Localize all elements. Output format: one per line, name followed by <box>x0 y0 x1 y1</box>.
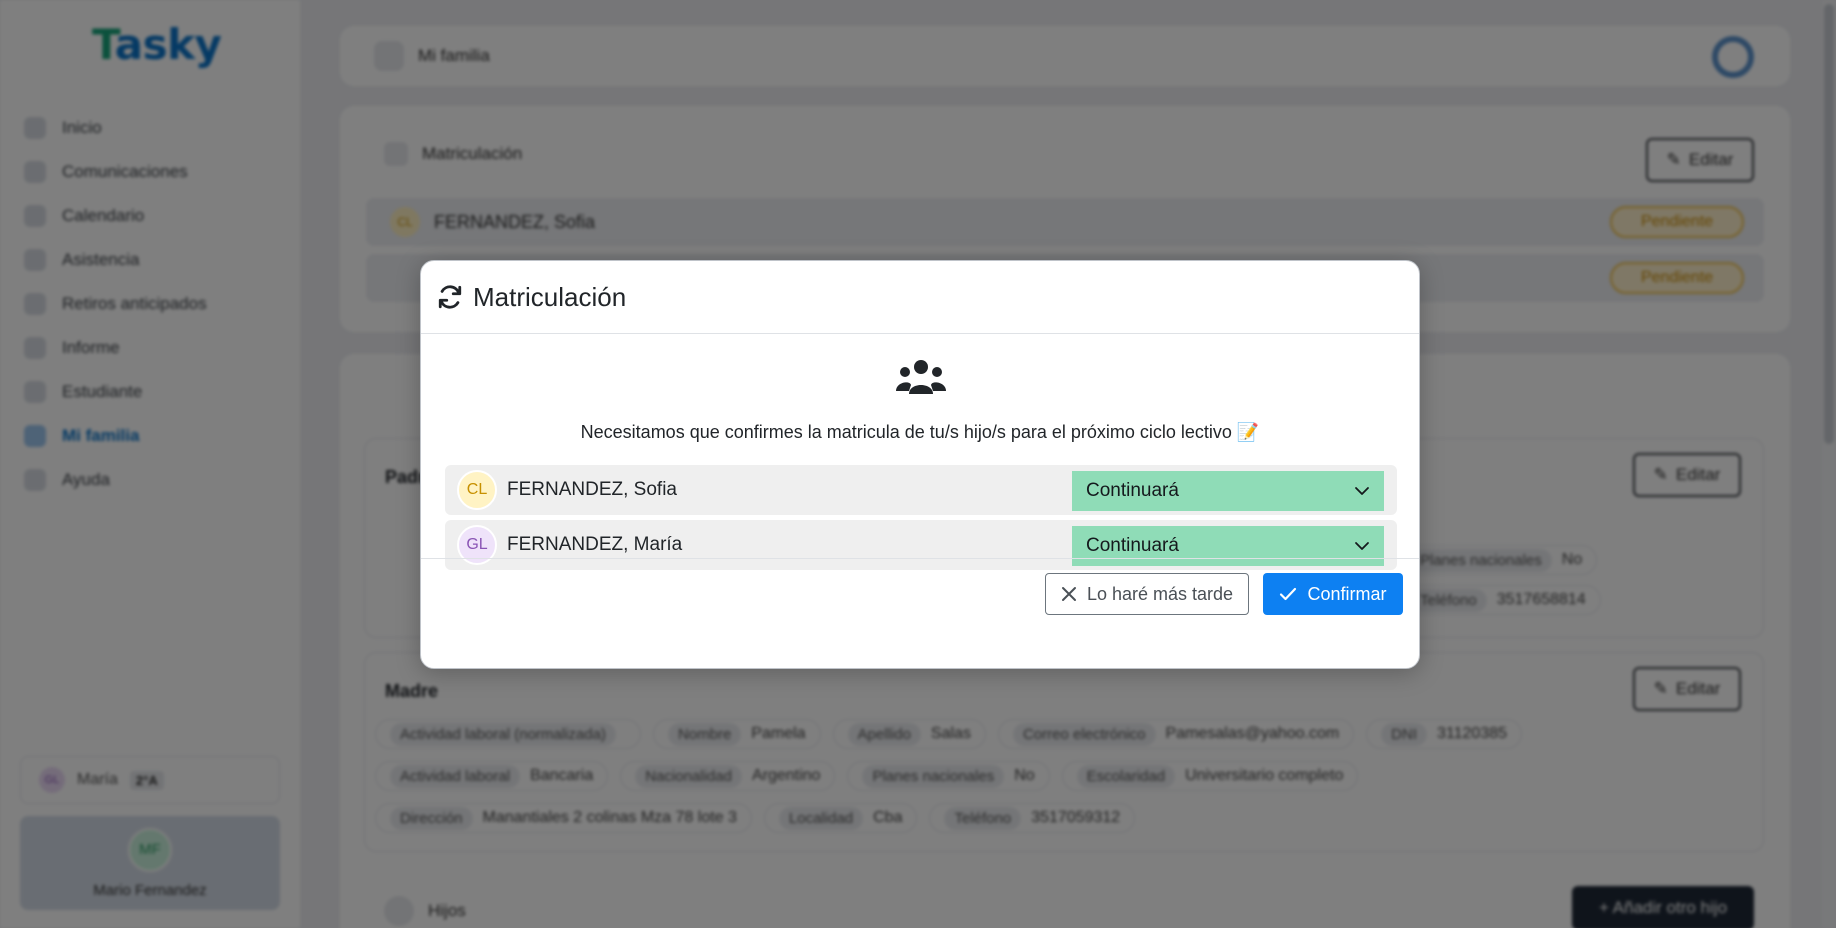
avatar: CL <box>457 470 497 510</box>
modal-body: Necesitamos que confirmes la matricula d… <box>421 334 1419 570</box>
later-label: Lo haré más tarde <box>1086 583 1234 604</box>
sync-icon <box>438 285 462 309</box>
child-row: CL FERNANDEZ, Sofia Continuará <box>445 465 1397 515</box>
select-value: Continuará <box>1086 480 1179 501</box>
check-icon <box>1280 587 1297 601</box>
modal-footer: Lo haré más tarde Confirmar <box>421 558 1419 668</box>
chevron-down-icon <box>1355 542 1369 550</box>
later-button[interactable]: Lo haré más tarde <box>1045 573 1249 615</box>
modal-header: Matriculación <box>421 261 1419 334</box>
confirm-label: Confirmar <box>1307 583 1387 604</box>
child-name: FERNANDEZ, María <box>507 534 683 555</box>
modal-message: Necesitamos que confirmes la matricula d… <box>580 422 1260 442</box>
enrollment-select[interactable]: Continuará <box>1072 471 1384 511</box>
child-name: FERNANDEZ, Sofia <box>507 479 677 500</box>
close-icon <box>1061 587 1076 601</box>
matriculacion-modal: Matriculación Necesitamos que confirmes … <box>420 260 1420 669</box>
modal-title: Matriculación <box>473 281 627 312</box>
confirm-button[interactable]: Confirmar <box>1263 573 1403 615</box>
users-group-icon <box>896 360 946 394</box>
select-value: Continuará <box>1086 535 1179 556</box>
chevron-down-icon <box>1355 487 1369 495</box>
